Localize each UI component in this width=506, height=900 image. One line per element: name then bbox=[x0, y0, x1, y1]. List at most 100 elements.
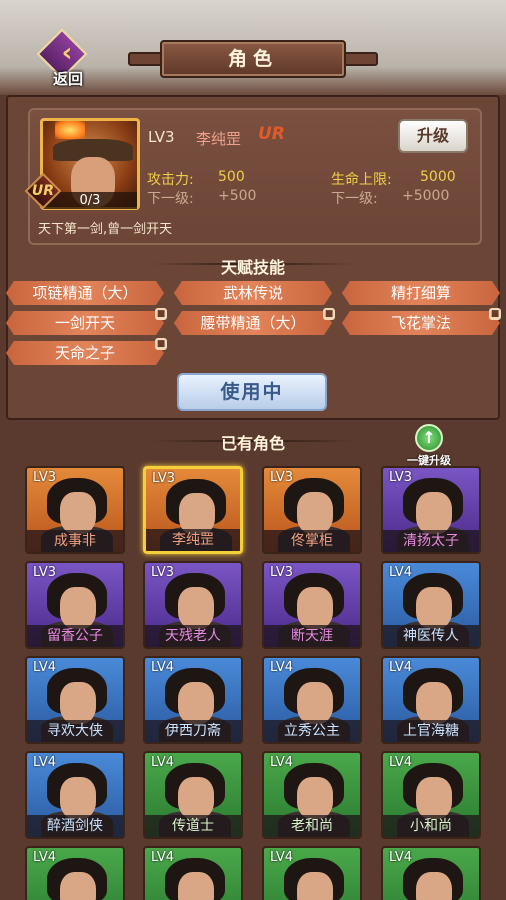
character-face bbox=[60, 492, 96, 534]
character-card[interactable]: LV3 留香公子 bbox=[25, 561, 125, 649]
character-card[interactable]: LV4 老和尚 bbox=[262, 751, 362, 839]
ur-badge: UR bbox=[31, 183, 55, 199]
character-level: LV4 bbox=[389, 755, 412, 770]
talent-skill[interactable]: 一剑开天 bbox=[6, 311, 164, 335]
character-name: 李纯罡 bbox=[146, 529, 240, 551]
use-button[interactable]: 使用中 bbox=[177, 373, 327, 411]
character-level: LV4 bbox=[389, 565, 412, 580]
character-card[interactable]: LV3 清扬太子 bbox=[381, 466, 481, 554]
talent-skill[interactable]: 精打细算 bbox=[342, 281, 500, 305]
hero-grade: UR bbox=[258, 124, 285, 144]
character-card[interactable]: LV4 寻欢大侠 bbox=[25, 656, 125, 744]
character-name: 立秀公主 bbox=[264, 720, 360, 742]
talent-skill[interactable]: 腰带精通（大） bbox=[174, 311, 332, 335]
character-card[interactable]: LV4 醉酒剑侠 bbox=[25, 751, 125, 839]
character-face bbox=[60, 682, 96, 724]
character-card[interactable]: LV4 伊西刀斋 bbox=[143, 656, 243, 744]
character-name: 伊西刀斋 bbox=[145, 720, 241, 742]
character-card[interactable]: LV4 上官海糖 bbox=[381, 656, 481, 744]
attack-next-value: +500 bbox=[218, 188, 257, 204]
character-card[interactable]: LV4 bbox=[143, 846, 243, 900]
character-name: 留香公子 bbox=[27, 625, 123, 647]
character-level: LV4 bbox=[389, 660, 412, 675]
character-card[interactable]: LV3 成事非 bbox=[25, 466, 125, 554]
character-face bbox=[297, 587, 333, 629]
hero-name: 李纯罡 bbox=[196, 130, 242, 148]
hp-label: 生命上限: bbox=[331, 172, 392, 188]
roster-section-title: 已有角色 bbox=[220, 434, 285, 453]
character-face bbox=[178, 587, 214, 629]
character-level: LV4 bbox=[33, 755, 56, 770]
character-name: 老和尚 bbox=[264, 815, 360, 837]
character-card[interactable]: LV4 bbox=[262, 846, 362, 900]
character-name: 小和尚 bbox=[383, 815, 479, 837]
up-arrow-icon: ↑ bbox=[415, 424, 443, 452]
one-click-upgrade-button[interactable]: ↑ 一键升级 bbox=[398, 424, 460, 467]
character-face bbox=[297, 682, 333, 724]
lock-icon: ■ bbox=[155, 338, 167, 350]
character-name: 上官海糖 bbox=[383, 720, 479, 742]
back-label: 返回 bbox=[52, 70, 83, 88]
character-level: LV3 bbox=[270, 470, 293, 485]
character-face bbox=[178, 777, 214, 819]
talent-skill[interactable]: 项链精通（大） bbox=[6, 281, 164, 305]
character-face bbox=[416, 872, 452, 900]
character-card[interactable]: LV4 bbox=[25, 846, 125, 900]
hero-description: 天下第一剑,曾一剑开天 bbox=[38, 222, 173, 237]
character-card[interactable]: LV3 断天涯 bbox=[262, 561, 362, 649]
back-arrow-icon: ‹ bbox=[61, 38, 73, 68]
back-button[interactable]: ‹ 返回 bbox=[30, 28, 106, 88]
character-face bbox=[60, 777, 96, 819]
character-name: 传道士 bbox=[145, 815, 241, 837]
character-name: 神医传人 bbox=[383, 625, 479, 647]
character-face bbox=[416, 777, 452, 819]
character-level: LV3 bbox=[33, 565, 56, 580]
character-level: LV4 bbox=[151, 850, 174, 865]
character-level: LV3 bbox=[270, 565, 293, 580]
character-face bbox=[297, 872, 333, 900]
attack-next-label: 下一级: bbox=[147, 191, 194, 207]
character-name: 醉酒剑侠 bbox=[27, 815, 123, 837]
talent-skill[interactable]: 武林传说 bbox=[174, 281, 332, 305]
character-level: LV3 bbox=[33, 470, 56, 485]
character-name: 佟掌柜 bbox=[264, 530, 360, 552]
character-name: 天残老人 bbox=[145, 625, 241, 647]
character-card[interactable]: LV3 佟掌柜 bbox=[262, 466, 362, 554]
character-face bbox=[178, 682, 214, 724]
character-face bbox=[416, 587, 452, 629]
talent-section-title: 天赋技能 bbox=[220, 258, 285, 277]
character-card[interactable]: LV4 小和尚 bbox=[381, 751, 481, 839]
character-level: LV4 bbox=[33, 660, 56, 675]
hp-next-value: +5000 bbox=[402, 188, 450, 204]
character-level: LV3 bbox=[152, 471, 175, 486]
character-card[interactable]: LV4 神医传人 bbox=[381, 561, 481, 649]
character-level: LV3 bbox=[151, 565, 174, 580]
talent-skill[interactable]: 飞花掌法 bbox=[342, 311, 500, 335]
lock-icon: ■ bbox=[323, 308, 335, 320]
character-card[interactable]: LV3 李纯罡 bbox=[143, 466, 243, 554]
character-card[interactable]: LV4 立秀公主 bbox=[262, 656, 362, 744]
upgrade-button[interactable]: 升级 bbox=[398, 119, 468, 153]
character-face bbox=[60, 587, 96, 629]
attack-label: 攻击力: bbox=[147, 172, 194, 188]
character-level: LV4 bbox=[151, 755, 174, 770]
character-level: LV4 bbox=[151, 660, 174, 675]
talent-skill[interactable]: 天命之子 bbox=[6, 341, 164, 365]
hp-next-label: 下一级: bbox=[331, 191, 378, 207]
character-face bbox=[60, 872, 96, 900]
character-level: LV4 bbox=[33, 850, 56, 865]
character-card[interactable]: LV4 bbox=[381, 846, 481, 900]
character-face bbox=[297, 492, 333, 534]
flame-decoration bbox=[55, 121, 85, 139]
hp-value: 5000 bbox=[420, 169, 456, 185]
attack-value: 500 bbox=[218, 169, 245, 185]
character-face bbox=[178, 872, 214, 900]
character-card[interactable]: LV4 传道士 bbox=[143, 751, 243, 839]
hero-level: LV3 bbox=[148, 128, 175, 146]
lock-icon: ■ bbox=[489, 308, 501, 320]
character-name: 成事非 bbox=[27, 530, 123, 552]
character-face bbox=[416, 682, 452, 724]
character-name: 断天涯 bbox=[264, 625, 360, 647]
character-card[interactable]: LV3 天残老人 bbox=[143, 561, 243, 649]
character-level: LV4 bbox=[270, 850, 293, 865]
